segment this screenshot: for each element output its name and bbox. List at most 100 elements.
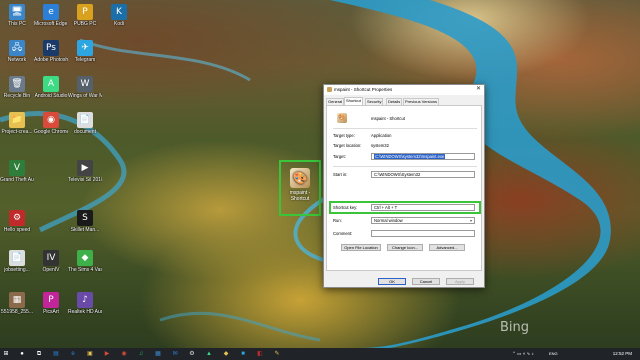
tab-previous-versions[interactable]: Previous Versions <box>403 98 440 105</box>
target-field[interactable]: C:\WINDOWS\system32\mspaint.exe <box>371 153 475 160</box>
desktop-icon[interactable]: IV OpenIV <box>34 250 68 273</box>
tab-general[interactable]: General <box>326 98 345 105</box>
desktop-icon[interactable]: 📄 jobsetting... <box>0 250 34 273</box>
desktop-icon[interactable]: 📁 Project-crea... <box>0 112 34 135</box>
desktop-icon[interactable]: P PUBG PC <box>68 4 102 27</box>
desktop-icon[interactable]: ▦ 551958_255... <box>0 292 34 315</box>
app-icon: A <box>43 76 59 92</box>
app-icon: ◆ <box>77 250 93 266</box>
desktop-icon-label: Google Chrome <box>34 129 68 135</box>
app-icon: 📄 <box>77 112 93 128</box>
app-icon: ▶ <box>77 160 93 176</box>
app-icon: 🗑 <box>9 76 25 92</box>
paint-icon: 🎨 <box>337 113 347 123</box>
app-icon: ⚙ <box>9 210 25 226</box>
taskbar-app-6[interactable]: ▲ <box>205 350 213 358</box>
taskbar-app-9[interactable]: ◧ <box>256 350 264 358</box>
bing-watermark: Bing <box>500 320 530 335</box>
shortcut-key-value: Ctrl + Alt + T <box>374 205 398 210</box>
taskbar-app-5[interactable]: ⚙ <box>188 350 196 358</box>
desktop-icon-label: Grand Theft Auto V <box>0 177 34 183</box>
task-view-icon[interactable]: ⧉ <box>35 350 43 358</box>
target-type-label: Target type: <box>333 133 355 138</box>
open-file-location-button[interactable]: Open File Location <box>341 244 381 251</box>
app-icon: ✈ <box>77 40 93 56</box>
desktop-icon-label: Realtek HD Audio Ma... <box>68 309 102 315</box>
desktop-icon-label: PicsArt <box>43 309 59 315</box>
desktop-icon[interactable]: ♪Realtek HD Audio Ma... <box>68 292 102 315</box>
desktop-icon[interactable]: 📄 document <box>68 112 102 135</box>
chevron-down-icon: ▾ <box>469 218 472 223</box>
shortcut-tab-panel: 🎨 mspaint - Shortcut Target type: Applic… <box>326 105 482 271</box>
tab-security[interactable]: Security <box>365 98 384 105</box>
advanced-button[interactable]: Advanced... <box>429 244 465 251</box>
desktop-icon[interactable]: eMicrosoft Edge Beta <box>34 4 68 27</box>
tab-shortcut[interactable]: Shortcut <box>344 97 363 105</box>
shortcut-properties-dialog: mspaint - Shortcut Properties ✕ General … <box>323 84 485 288</box>
dialog-titlebar[interactable]: mspaint - Shortcut Properties ✕ <box>324 85 484 95</box>
app-icon: ▦ <box>9 292 25 308</box>
desktop-icon[interactable]: ◉ Google Chrome <box>34 112 68 135</box>
desktop-icon[interactable]: ▶Televisi Sil 2018 Ind... <box>68 160 102 183</box>
desktop-icon-label: Adobe Photosho... <box>34 57 68 63</box>
language-indicator[interactable]: ENG <box>549 350 558 358</box>
run-select[interactable]: Normal window ▾ <box>371 217 475 224</box>
desktop-icon[interactable]: ◆The Sims 4 Vasi 2019 <box>68 250 102 273</box>
close-icon[interactable]: ✕ <box>476 86 481 93</box>
desktop-icon-label: OpenIV <box>42 267 60 273</box>
desktop-icon[interactable]: 🗑 Recycle Bin <box>0 76 34 99</box>
desktop-icon-label: Hello speed <box>3 227 31 233</box>
taskbar-app-2[interactable]: ▶ <box>103 350 111 358</box>
taskbar-app-4[interactable]: ▦ <box>154 350 162 358</box>
desktop-icon-label: 551958_255... <box>1 309 33 315</box>
shortcut-key-field[interactable]: Ctrl + Alt + T <box>371 204 475 211</box>
desktop-icon-label: Microsoft Edge Beta <box>34 21 68 27</box>
desktop-icon[interactable]: A Android Studio <box>34 76 68 99</box>
desktop-icon[interactable]: ✈ Telegram <box>68 40 102 63</box>
desktop-icon[interactable]: 🖥 This PC <box>0 4 34 27</box>
target-label: Target: <box>333 154 346 159</box>
desktop-icon-label: Wings of War Modern Wa... <box>68 93 102 99</box>
cortana-icon[interactable]: ● <box>18 350 26 358</box>
mail-icon[interactable]: ✉ <box>171 350 179 358</box>
app-icon: W <box>77 76 93 92</box>
file-explorer-icon[interactable]: ▣ <box>86 350 94 358</box>
desktop-icon[interactable]: 🖧 Network <box>0 40 34 63</box>
target-location-label: Target location: <box>333 143 362 148</box>
comment-field[interactable] <box>371 230 475 237</box>
app-icon: e <box>43 4 59 20</box>
desktop-icon[interactable]: S Skillet Man... <box>68 210 102 233</box>
change-icon-button[interactable]: Change Icon... <box>387 244 423 251</box>
desktop-icon[interactable]: ⚙ Hello speed <box>0 210 34 233</box>
desktop-icon[interactable]: VGrand Theft Auto V <box>0 160 34 183</box>
desktop-icon[interactable]: WWings of War Modern Wa... <box>68 76 102 99</box>
taskbar-app-7[interactable]: ◆ <box>222 350 230 358</box>
desktop-icon[interactable]: P PicsArt <box>34 292 68 315</box>
run-label: Run: <box>333 218 342 223</box>
desktop-icon-label: This PC <box>8 21 26 27</box>
desktop-icon-mspaint-shortcut[interactable]: 🎨 mspaint - Shortcut <box>282 168 318 202</box>
system-tray-icons[interactable]: ⌃ ▭ ◖ ∿ ♪ <box>512 350 534 358</box>
taskbar-app-1[interactable]: ▤ <box>52 350 60 358</box>
desktop-icon[interactable]: K Kodi <box>102 4 136 27</box>
app-icon: K <box>111 4 127 20</box>
desktop-icon[interactable]: PsAdobe Photosho... <box>34 40 68 63</box>
edge-icon[interactable]: e <box>69 350 77 358</box>
app-icon: Ps <box>43 40 59 56</box>
taskbar-app-10[interactable]: ✎ <box>273 350 281 358</box>
divider <box>333 128 477 129</box>
cancel-button[interactable]: Cancel <box>412 278 440 285</box>
taskbar-app-3[interactable]: ♫ <box>137 350 145 358</box>
taskbar-app-8[interactable]: ■ <box>239 350 247 358</box>
app-icon: 🖥 <box>9 4 25 20</box>
ok-button[interactable]: OK <box>378 278 406 285</box>
chrome-icon[interactable]: ◉ <box>120 350 128 358</box>
dialog-title: mspaint - Shortcut Properties <box>334 87 393 92</box>
app-icon: ♪ <box>77 292 93 308</box>
desktop-icon-label: PUBG PC <box>73 21 97 27</box>
tab-details[interactable]: Details <box>386 98 403 105</box>
start-icon[interactable]: ⊞ <box>2 350 10 358</box>
clock[interactable]: 12:52 PM <box>613 350 632 358</box>
apply-button[interactable]: Apply <box>446 278 474 285</box>
start-in-field[interactable]: C:\WINDOWS\System32 <box>371 171 475 178</box>
